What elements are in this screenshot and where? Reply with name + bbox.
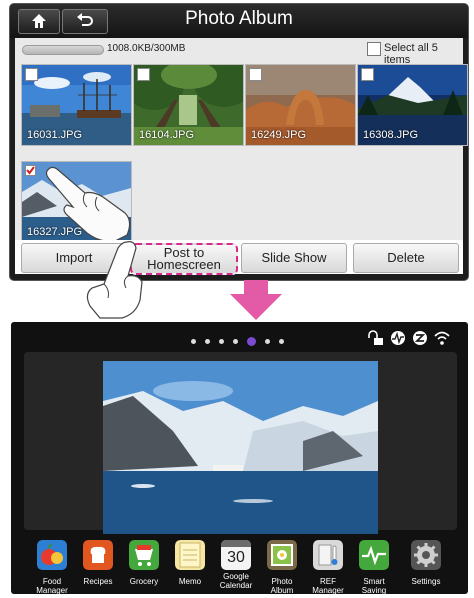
action-bar: Import Post to Homescreen Slide Show Del…	[15, 240, 463, 275]
status-bar	[366, 330, 450, 346]
calendar-icon: 30	[221, 540, 251, 570]
import-button[interactable]: Import	[21, 243, 127, 273]
storage-progress-bar	[22, 45, 104, 55]
photo-checkbox[interactable]	[361, 68, 374, 81]
photo-checkbox[interactable]	[249, 68, 262, 81]
page-dot[interactable]	[265, 339, 270, 344]
app-smart-saving[interactable]: Smart Saving	[351, 540, 397, 595]
page-dot[interactable]	[219, 339, 224, 344]
page-dot[interactable]	[233, 339, 238, 344]
app-label: Memo	[178, 577, 202, 586]
app-label: Grocery	[129, 577, 159, 586]
app-memo[interactable]: Memo	[167, 540, 213, 586]
photo-widget-frame[interactable]	[24, 352, 457, 534]
photo-filename: 16308.JPG	[363, 129, 419, 141]
app-ref-manager[interactable]: REF Manager	[305, 540, 351, 595]
calendar-day: 30	[227, 549, 245, 566]
grocery-icon	[129, 540, 159, 570]
storage-text: 1008.0KB/300MB	[107, 43, 186, 54]
photo-checkbox-checked[interactable]	[25, 165, 36, 176]
posted-photo-glacier	[103, 361, 378, 534]
photo-thumbnail-16031[interactable]: 16031.JPG	[21, 64, 132, 146]
photo-checkbox[interactable]	[137, 68, 150, 81]
app-dock: Food Manager Recipes Grocery Memo 30 Goo…	[11, 536, 468, 595]
settings-icon	[411, 540, 441, 570]
app-label: Recipes	[83, 577, 113, 586]
page-dot[interactable]	[191, 339, 196, 344]
app-food-manager[interactable]: Food Manager	[29, 540, 75, 595]
app-label: Food Manager	[36, 577, 68, 595]
slide-show-button[interactable]: Slide Show	[241, 243, 347, 273]
photo-filename: 16327.JPG	[27, 226, 83, 238]
post-to-homescreen-button[interactable]: Post to Homescreen	[130, 243, 238, 275]
memo-icon	[175, 540, 205, 570]
photo-filename: 16031.JPG	[27, 129, 83, 141]
homescreen: Food Manager Recipes Grocery Memo 30 Goo…	[11, 322, 468, 595]
app-grocery[interactable]: Grocery	[121, 540, 167, 586]
app-label: REF Manager	[312, 577, 344, 595]
arrow-down-icon	[230, 280, 282, 320]
back-icon	[77, 13, 93, 26]
pulse-icon	[391, 331, 405, 345]
smart-saving-icon	[359, 540, 389, 570]
back-button[interactable]	[62, 9, 108, 34]
app-photo-album[interactable]: Photo Album	[259, 540, 305, 595]
page-indicator[interactable]	[191, 337, 284, 346]
app-label: Photo Album	[270, 577, 294, 595]
select-all-checkbox[interactable]	[367, 42, 381, 56]
photo-thumbnail-16104[interactable]: 16104.JPG	[133, 64, 244, 146]
app-google-calendar[interactable]: 30 Google Calendar	[213, 540, 259, 590]
delete-button[interactable]: Delete	[353, 243, 459, 273]
home-icon	[32, 14, 46, 28]
app-label: Google Calendar	[219, 572, 253, 590]
page-dot-active[interactable]	[247, 337, 256, 346]
page-dot[interactable]	[279, 339, 284, 344]
app-settings[interactable]: Settings	[403, 540, 449, 586]
photo-thumbnail-16308[interactable]: 16308.JPG	[357, 64, 468, 146]
food-manager-icon	[37, 540, 67, 570]
select-all-label: Select all 5 items	[384, 42, 438, 66]
photo-filename: 16249.JPG	[251, 129, 307, 141]
album-content: 1008.0KB/300MB Select all 5 items 16031.…	[15, 38, 468, 274]
photo-checkbox[interactable]	[25, 68, 38, 81]
recipes-icon	[83, 540, 113, 570]
ref-manager-icon	[313, 540, 343, 570]
photo-album-screen: Photo Album 1008.0KB/300MB Select all 5 …	[10, 4, 468, 280]
photo-album-icon	[267, 540, 297, 570]
app-recipes[interactable]: Recipes	[75, 540, 121, 586]
photo-thumbnail-16249[interactable]: 16249.JPG	[245, 64, 356, 146]
title-bar: Photo Album	[10, 4, 468, 38]
lock-icon	[368, 330, 383, 345]
app-label: Settings	[411, 577, 441, 586]
photo-filename: 16104.JPG	[139, 129, 195, 141]
photo-thumbnail-16327[interactable]: 16327.JPG	[21, 161, 132, 243]
app-label: Smart Saving	[361, 577, 387, 595]
home-button[interactable]	[18, 9, 60, 34]
page-dot[interactable]	[205, 339, 210, 344]
wifi-icon	[434, 331, 450, 345]
post-button-label-line2: Homescreen	[147, 257, 221, 272]
z-icon	[413, 331, 427, 345]
